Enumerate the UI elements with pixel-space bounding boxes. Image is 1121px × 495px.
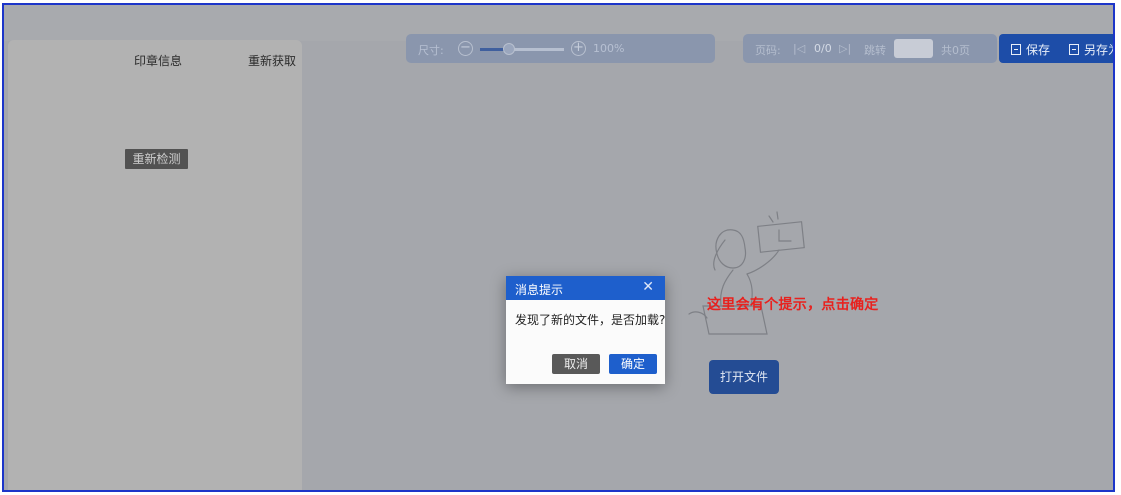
tab-refetch[interactable]: 重新获取 (248, 52, 296, 69)
zoom-out-icon[interactable]: − (458, 41, 473, 56)
page-current: 0/0 (814, 42, 832, 55)
page-label: 页码: (755, 44, 781, 57)
recheck-button[interactable]: 重新检测 (125, 149, 188, 169)
annotation-text: 这里会有个提示，点击确定 (707, 297, 879, 313)
save-toolbar: 保存 另存为 (999, 34, 1113, 63)
close-icon[interactable]: ✕ (642, 279, 654, 295)
jump-label: 跳转 (864, 44, 886, 57)
save-icon (1011, 44, 1021, 55)
save-button[interactable]: 保存 (1011, 41, 1050, 58)
open-file-button[interactable]: 打开文件 (709, 360, 779, 394)
next-page-icon[interactable]: ▷| (839, 42, 851, 55)
save-as-button[interactable]: 另存为 (1069, 41, 1113, 58)
left-panel: 印章信息 重新获取 重新检测 (8, 40, 302, 490)
zoom-slider[interactable] (480, 43, 564, 55)
zoom-toolbar: 尺寸: − + 100% (406, 34, 715, 63)
dialog-title: 消息提示 (515, 283, 564, 297)
dialog-message: 发现了新的文件，是否加载? (515, 313, 666, 327)
message-dialog: 消息提示 ✕ 发现了新的文件，是否加载? 取消 确定 (506, 276, 665, 384)
zoom-value: 100% (593, 42, 625, 55)
first-page-icon[interactable]: |◁ (793, 42, 805, 55)
zoom-in-icon[interactable]: + (571, 41, 586, 56)
zoom-slider-handle[interactable] (503, 43, 516, 55)
page-toolbar: 页码: |◁ 0/0 ▷| 跳转 共0页 (743, 34, 997, 63)
save-as-icon (1069, 44, 1079, 55)
tab-seal-info[interactable]: 印章信息 (134, 52, 182, 69)
save-label: 保存 (1026, 43, 1051, 57)
page-jump-input[interactable] (894, 39, 933, 58)
confirm-button[interactable]: 确定 (609, 354, 657, 374)
dialog-header: 消息提示 ✕ (506, 276, 665, 300)
empty-state-illustration (688, 211, 805, 335)
page-total: 共0页 (941, 44, 970, 57)
save-as-label: 另存为 (1084, 43, 1113, 57)
app-window: 印章信息 重新获取 重新检测 尺寸: − + 100% 页码: |◁ 0/0 ▷… (2, 3, 1115, 492)
zoom-label: 尺寸: (418, 44, 444, 57)
cancel-button[interactable]: 取消 (552, 354, 600, 374)
